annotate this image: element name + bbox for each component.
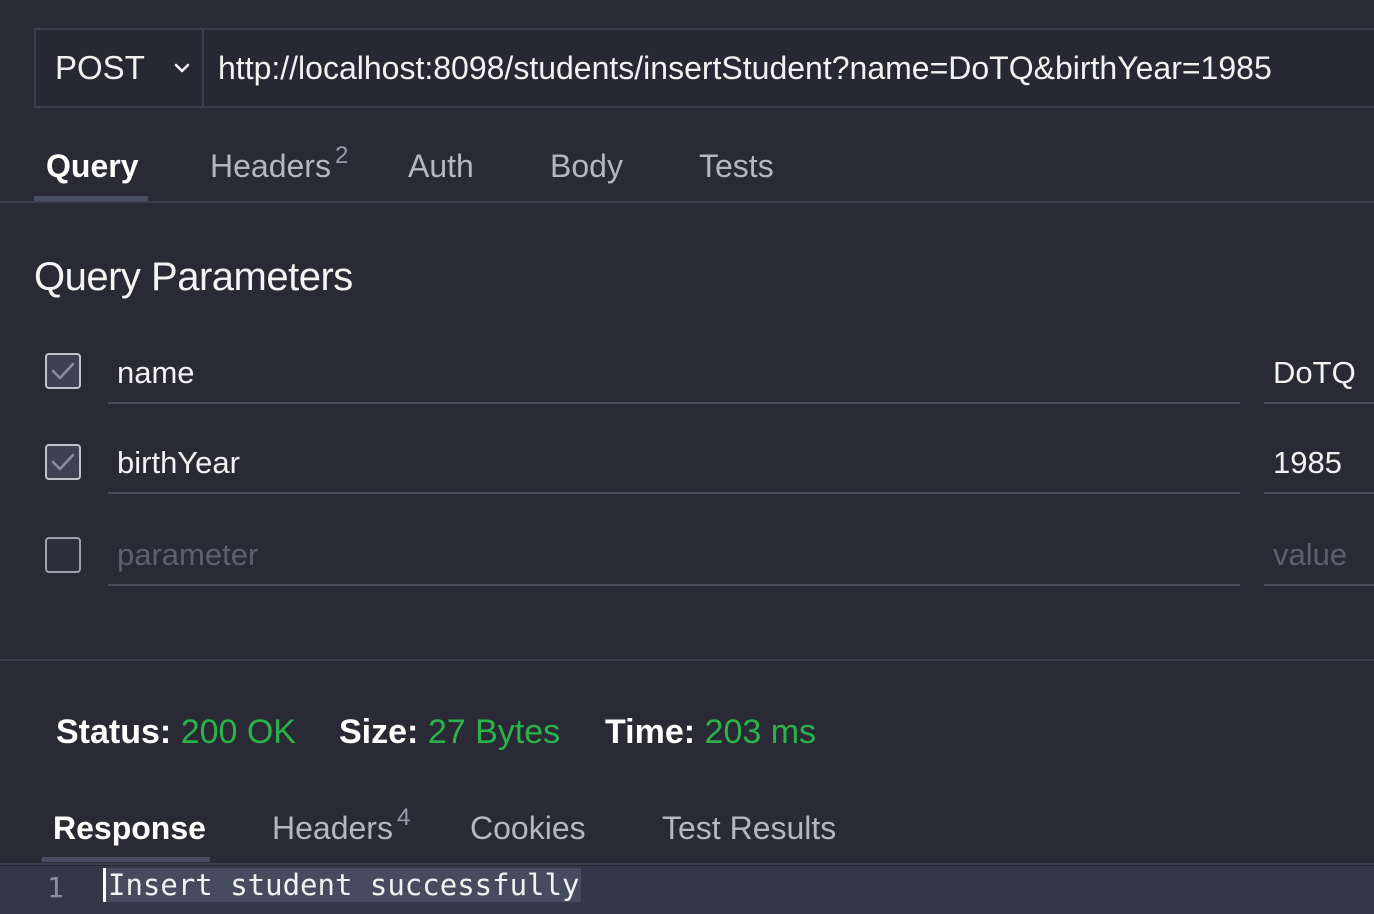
chevron-down-icon <box>174 63 190 73</box>
tab-response-headers-label: Headers <box>272 810 393 846</box>
tab-auth[interactable]: Auth <box>408 148 474 185</box>
param-value-input[interactable]: DoTQ <box>1264 344 1374 404</box>
request-bar: POST http://localhost:8098/students/inse… <box>34 28 1374 108</box>
status-label: Status: <box>56 713 172 751</box>
check-icon <box>51 453 75 471</box>
size-value: 27 Bytes <box>427 713 561 751</box>
tab-query-label: Query <box>46 148 139 184</box>
url-input[interactable]: http://localhost:8098/students/insertStu… <box>204 30 1374 106</box>
tab-query[interactable]: Query <box>46 148 138 185</box>
tab-cookies[interactable]: Cookies <box>470 810 586 847</box>
method-label: POST <box>55 49 145 86</box>
param-checkbox-new[interactable] <box>45 537 81 573</box>
new-param-key-input[interactable]: parameter <box>108 526 1240 586</box>
tab-auth-label: Auth <box>408 148 474 184</box>
tab-tests[interactable]: Tests <box>699 148 774 185</box>
status-info: Status: 200 OK <box>56 713 296 752</box>
tab-cookies-label: Cookies <box>470 810 586 846</box>
response-headers-count-badge: 4 <box>396 804 411 831</box>
tab-body-label: Body <box>550 148 623 184</box>
size-label: Size: <box>339 713 419 751</box>
param-key-input[interactable]: birthYear <box>108 434 1240 494</box>
headers-count-badge: 2 <box>334 142 349 169</box>
tab-test-results-label: Test Results <box>662 810 837 846</box>
tabs-divider <box>0 201 1374 203</box>
tab-response-headers[interactable]: Headers 4 <box>272 804 410 847</box>
tab-test-results[interactable]: Test Results <box>662 810 836 847</box>
time-info: Time: 203 ms <box>605 713 816 752</box>
param-checkbox-name[interactable] <box>45 353 81 389</box>
tab-response[interactable]: Response <box>53 810 206 847</box>
param-value-input[interactable]: 1985 <box>1264 434 1374 494</box>
tab-tests-label: Tests <box>699 148 774 184</box>
response-tabs-divider <box>0 863 1374 865</box>
check-icon <box>51 362 75 380</box>
new-param-value-input[interactable]: value <box>1264 526 1374 586</box>
param-key-input[interactable]: name <box>108 344 1240 404</box>
response-text[interactable]: Insert student successfully <box>103 868 582 902</box>
tab-body[interactable]: Body <box>550 148 623 185</box>
param-checkbox-birthyear[interactable] <box>45 444 81 480</box>
active-response-tab-indicator <box>42 857 210 862</box>
method-select[interactable]: POST <box>36 30 204 106</box>
line-number: 1 <box>47 871 64 904</box>
status-value: 200 OK <box>180 713 296 751</box>
time-value: 203 ms <box>704 713 817 751</box>
panel-divider <box>0 659 1374 661</box>
section-title: Query Parameters <box>34 255 353 299</box>
time-label: Time: <box>605 713 696 751</box>
size-info: Size: 27 Bytes <box>339 713 560 752</box>
tab-response-label: Response <box>53 810 206 846</box>
tab-headers[interactable]: Headers 2 <box>210 142 348 185</box>
tab-headers-label: Headers <box>210 148 331 184</box>
